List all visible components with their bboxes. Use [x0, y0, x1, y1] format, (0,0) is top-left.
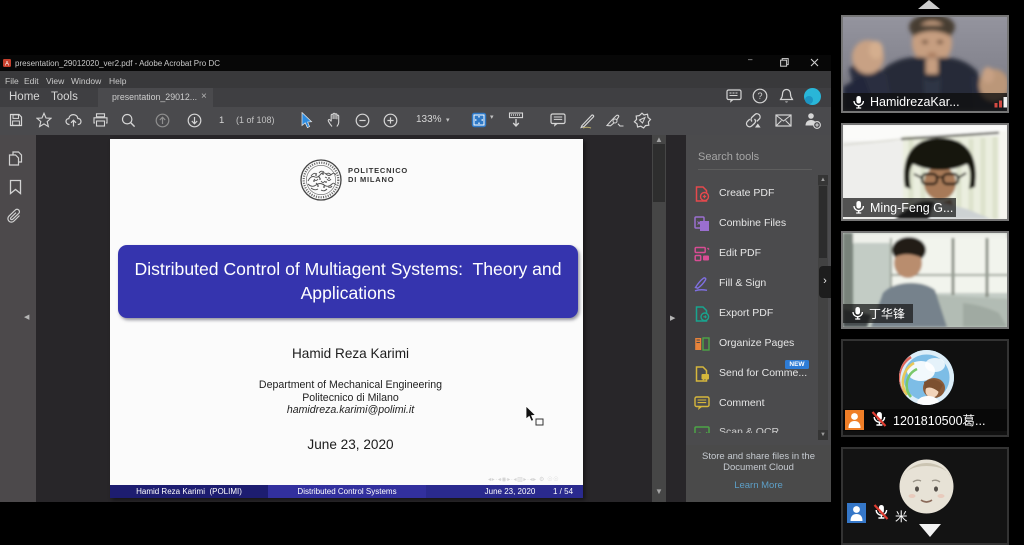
svg-text:?: ? [757, 91, 762, 101]
svg-text:丁华锋: 丁华锋 [869, 307, 905, 321]
svg-text:HamidrezaKar...: HamidrezaKar... [870, 95, 960, 109]
svg-text:1201810500葛...: 1201810500葛... [893, 414, 985, 428]
svg-text:米: 米 [895, 510, 908, 524]
svg-text:Ming-Feng G...: Ming-Feng G... [870, 201, 953, 215]
svg-text:A: A [5, 61, 9, 67]
